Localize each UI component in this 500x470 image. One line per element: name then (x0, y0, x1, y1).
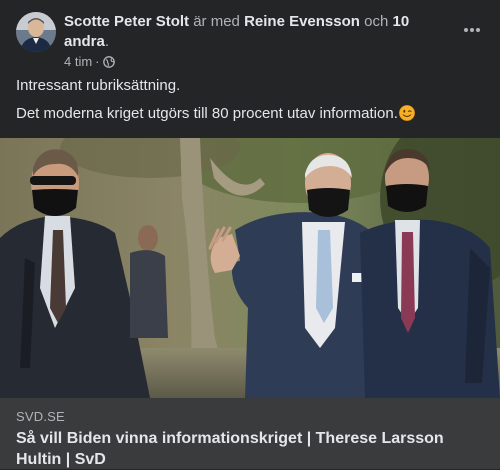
facebook-post: Scotte Peter Stolt är med Reine Evensson… (0, 0, 500, 469)
post-meta: 4 tim · (64, 54, 115, 70)
period-text: . (104, 33, 110, 50)
more-options-button[interactable] (460, 18, 484, 42)
author-line: Scotte Peter Stolt är med Reine Evensson… (64, 12, 424, 52)
more-horizontal-icon (463, 28, 481, 32)
and-text: och (364, 13, 389, 30)
timestamp[interactable]: 4 tim (64, 54, 92, 70)
link-preview-image[interactable] (0, 138, 500, 398)
with-text: är med (193, 13, 240, 30)
link-preview-card[interactable]: SVD.SE Så vill Biden vinna informationsk… (0, 138, 500, 469)
post-header: Scotte Peter Stolt är med Reine Evensson… (16, 12, 484, 72)
post-text: Intressant rubriksättning. Det moderna k… (16, 76, 484, 132)
globe-icon (102, 56, 115, 68)
post-text-line-2: Det moderna kriget utgörs till 80 procen… (16, 104, 484, 124)
meta-separator: · (95, 54, 100, 69)
winking-face-icon (398, 105, 415, 121)
author-name[interactable]: Scotte Peter Stolt (64, 13, 189, 30)
tagged-name[interactable]: Reine Evensson (244, 13, 360, 30)
link-preview-caption[interactable]: SVD.SE Så vill Biden vinna informationsk… (0, 398, 500, 469)
post-text-line-2-text: Det moderna kriget utgörs till 80 procen… (16, 105, 398, 122)
link-title[interactable]: Så vill Biden vinna informationskriget |… (16, 428, 486, 470)
link-source: SVD.SE (16, 409, 65, 424)
author-avatar[interactable] (16, 12, 56, 52)
post-text-line-1: Intressant rubriksättning. (16, 77, 181, 94)
